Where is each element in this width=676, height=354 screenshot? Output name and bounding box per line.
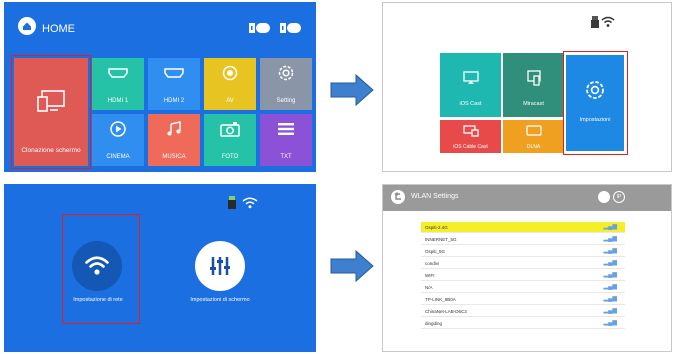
screen-settings-label: Impostazioni di schermo — [190, 297, 250, 303]
wifi-network-row[interactable]: Ospiti-2.4G ▂▄▆ — [421, 222, 625, 233]
wlan-panel: WLAN Settings IP Ospiti-2.4G ▂▄▆ INNERNET… — [382, 184, 672, 352]
screen-icon — [462, 124, 479, 139]
wifi-network-row[interactable]: Ospiti_5G ▂▄▆ — [421, 246, 625, 257]
back-icon[interactable] — [391, 190, 405, 204]
tile-dlna[interactable]: DLNA — [503, 120, 564, 153]
wlan-header: WLAN Settings IP — [383, 185, 671, 211]
wifi-network-row[interactable]: dingding ▂▄▆ — [421, 318, 625, 329]
tile-hdmi2[interactable]: HDMI 2 — [148, 58, 200, 110]
wifi-signal-icon: ▂▄▆ — [603, 320, 617, 326]
home-title: HOME — [42, 23, 75, 35]
tile-txt[interactable]: TXT — [260, 114, 312, 166]
wifi-signal-icon: ▂▄▆ — [603, 260, 617, 266]
menu-icon — [277, 122, 295, 138]
tv-icon — [525, 124, 542, 139]
wifi-network-row[interactable]: WIFI ▂▄▆ — [421, 270, 625, 281]
wifi-signal-icon: ▂▄▆ — [603, 224, 617, 230]
wifi-signal-icon: ▂▄▆ — [603, 236, 617, 242]
music-icon — [165, 120, 183, 140]
wifi-network-row[interactable]: N/A ▂▄▆ — [421, 282, 625, 293]
wifi-network-row[interactable]: condivi ▂▄▆ — [421, 258, 625, 269]
wifi-signal-icon: ▂▄▆ — [603, 296, 617, 302]
gear-icon — [277, 64, 295, 84]
arrow-icon — [330, 249, 374, 288]
camera-icon — [220, 121, 240, 139]
tile-foto[interactable]: FOTO — [204, 114, 256, 166]
home-panel: HOME Clonazione schermo HDMI 1 HDMI 2 AV… — [4, 2, 316, 172]
av-icon — [222, 65, 238, 83]
highlight-box — [563, 51, 628, 155]
wifi-signal-icon: ▂▄▆ — [603, 284, 617, 290]
wifi-network-row[interactable]: ChinaNet-LAB-D6C3 ▂▄▆ — [421, 306, 625, 317]
toggle-icon[interactable] — [598, 191, 610, 203]
settings-panel: Impostazione di rete Impostazioni di sch… — [4, 184, 316, 352]
screen-settings-button[interactable] — [195, 241, 245, 291]
wifi-icon — [601, 15, 615, 33]
arrow-icon — [330, 73, 374, 112]
screen-icon — [526, 69, 542, 88]
tile-cinema[interactable]: CINEMA — [92, 114, 144, 166]
wifi-signal-icon: ▂▄▆ — [603, 248, 617, 254]
cast-panel: iOS Cast Miracast Impostazioni iOS Cable… — [382, 2, 672, 172]
sliders-icon — [209, 255, 231, 282]
usb-icon — [591, 15, 599, 33]
tile-av[interactable]: AV — [204, 58, 256, 110]
hdmi-icon — [108, 67, 128, 80]
tile-setting[interactable]: Setting — [260, 58, 312, 110]
tile-hdmi1[interactable]: HDMI 1 — [92, 58, 144, 110]
tile-miracast[interactable]: Miracast — [503, 53, 564, 117]
screen-icon — [462, 70, 479, 87]
usb-icon — [249, 21, 271, 39]
tile-ios-cast[interactable]: iOS Cast — [440, 53, 501, 117]
tile-ios-cable-cast[interactable]: iOS Cable Cast — [440, 120, 501, 153]
tile-musica[interactable]: MUSICA — [148, 114, 200, 166]
highlight-box — [11, 55, 91, 169]
play-icon — [109, 120, 127, 140]
wifi-network-row[interactable]: INNERNET_5G ▂▄▆ — [421, 234, 625, 245]
home-icon — [18, 17, 36, 35]
highlight-box — [62, 214, 140, 324]
wifi-icon — [242, 196, 258, 214]
wlan-title: WLAN Settings — [411, 193, 459, 200]
wifi-network-row[interactable]: TP-LINK_8B0A ▂▄▆ — [421, 294, 625, 305]
usb-icon — [228, 196, 236, 214]
hdmi-icon — [164, 67, 184, 80]
wifi-signal-icon: ▂▄▆ — [603, 308, 617, 314]
usb-icon — [280, 21, 302, 39]
wifi-signal-icon: ▂▄▆ — [603, 272, 617, 278]
ip-icon[interactable]: IP — [613, 191, 625, 203]
